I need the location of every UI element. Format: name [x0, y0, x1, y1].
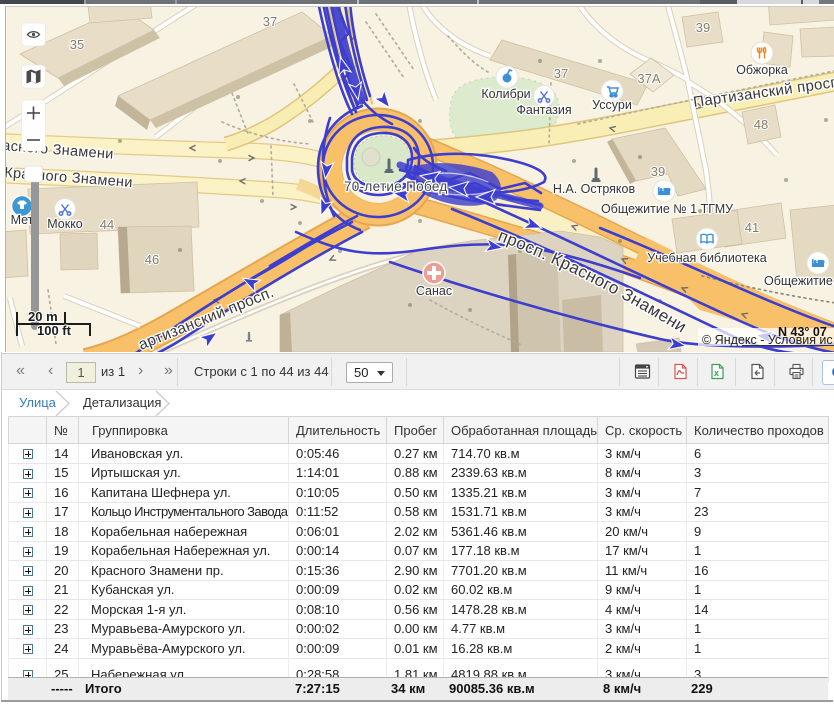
svg-text:48: 48	[754, 117, 768, 132]
svg-text:Мокко: Мокко	[47, 217, 83, 231]
svg-text:Мет: Мет	[11, 213, 34, 227]
svg-text:x: x	[714, 368, 719, 378]
svg-text:37: 37	[263, 14, 277, 29]
svg-text:Общежитие № 1 ТГМУ: Общежитие № 1 ТГМУ	[601, 202, 733, 216]
svg-text:39: 39	[651, 164, 665, 179]
svg-text:Обжорка: Обжорка	[736, 63, 788, 77]
svg-text:35: 35	[70, 37, 84, 52]
svg-text:37А: 37А	[637, 71, 660, 86]
svg-text:44: 44	[100, 217, 114, 232]
svg-text:41: 41	[745, 220, 759, 235]
svg-text:Общежитие № 2: Общежитие № 2	[764, 274, 834, 288]
svg-text:Фантазия: Фантазия	[516, 103, 571, 117]
svg-text:100 ft: 100 ft	[37, 323, 72, 338]
svg-text:Н.А. Остряков: Н.А. Остряков	[553, 182, 636, 196]
svg-text:70-летие Побед: 70-летие Побед	[344, 179, 448, 194]
svg-text:Учебная библиотека: Учебная библиотека	[647, 251, 766, 265]
svg-text:20 m: 20 m	[28, 309, 58, 324]
svg-text:Уссури: Уссури	[592, 98, 632, 112]
svg-text:Санас: Санас	[416, 284, 452, 298]
svg-text:39: 39	[696, 20, 710, 35]
svg-text:46: 46	[145, 252, 159, 267]
svg-text:37: 37	[554, 66, 568, 81]
svg-text:Колибри: Колибри	[481, 87, 530, 101]
svg-text:© Яндекс - Условия ис: © Яндекс - Условия ис	[702, 333, 833, 347]
